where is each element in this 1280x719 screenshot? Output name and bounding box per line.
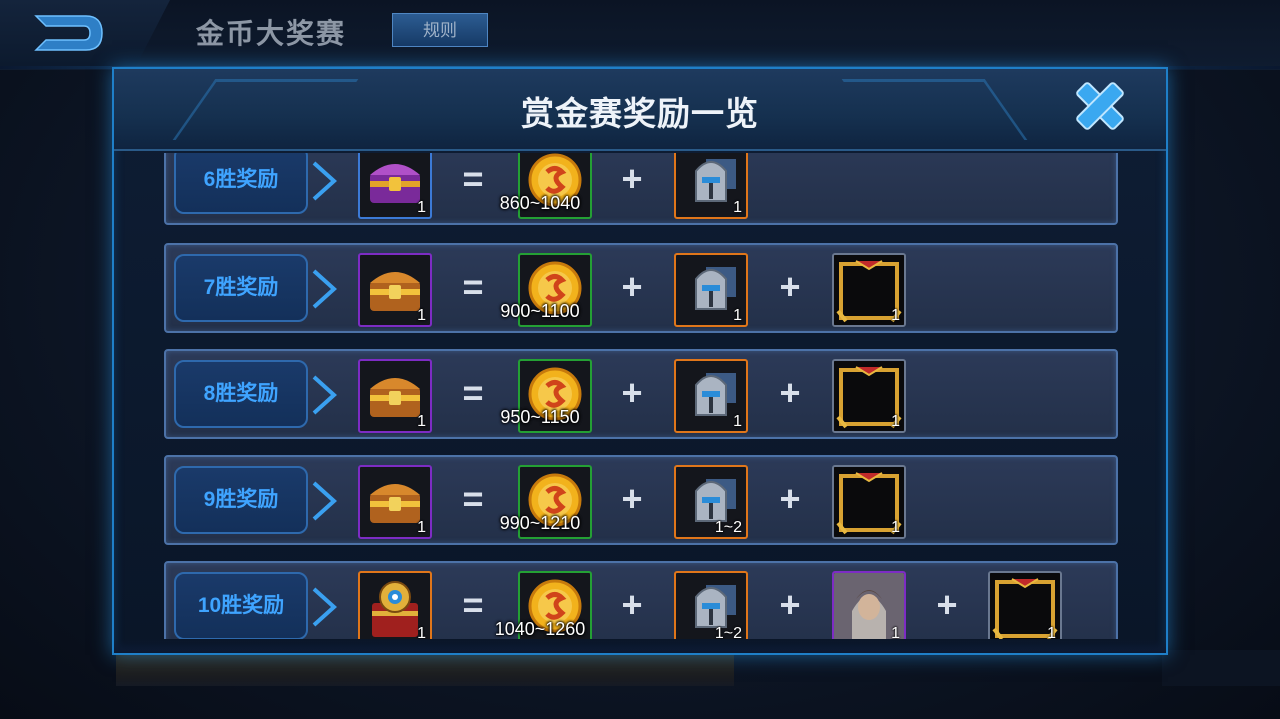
row-label: 10胜奖励 xyxy=(174,572,308,639)
treasure-chest-item[interactable]: 1 xyxy=(358,253,432,327)
top-bar: 金币大奖赛 规则 xyxy=(0,0,1280,70)
close-icon xyxy=(1076,82,1124,130)
item-quantity: 1 xyxy=(417,199,426,216)
item-quantity: 1 xyxy=(891,519,900,536)
avatar-frame-item[interactable]: 1 xyxy=(832,253,906,327)
plus-sign: + xyxy=(621,266,643,307)
plus-sign: + xyxy=(621,478,643,519)
treasure-chest-item[interactable]: 1 xyxy=(358,153,432,219)
back-button[interactable] xyxy=(30,12,108,54)
plus-sign: + xyxy=(779,372,801,413)
close-button[interactable] xyxy=(1070,77,1130,135)
item-quantity: 1 xyxy=(417,519,426,536)
avatar-frame-item[interactable]: 1 xyxy=(832,465,906,539)
reward-list[interactable]: 6胜奖励 1 = 860~1040 + 1 7胜奖励 1 = 900~1100 … xyxy=(164,153,1118,639)
helmet-fragment-item[interactable]: 1~2 xyxy=(674,571,748,639)
chevron-right-icon xyxy=(312,269,337,309)
item-quantity: 1 xyxy=(733,413,742,430)
item-quantity: 1 xyxy=(733,199,742,216)
plus-sign: + xyxy=(621,372,643,413)
plus-sign: + xyxy=(779,478,801,519)
background-panel-right xyxy=(1162,650,1280,686)
helmet-fragment-item[interactable]: 1~2 xyxy=(674,465,748,539)
coin-amount: 900~1100 xyxy=(500,301,580,321)
chevron-right-icon xyxy=(312,481,337,521)
item-quantity: 1~2 xyxy=(714,519,742,536)
item-quantity: 1 xyxy=(733,307,742,324)
coin-amount: 1040~1260 xyxy=(494,619,586,639)
row-label: 7胜奖励 xyxy=(174,254,308,322)
treasure-chest-item[interactable]: 1 xyxy=(358,359,432,433)
item-quantity: 1 xyxy=(891,413,900,430)
rules-button[interactable]: 规则 xyxy=(392,13,488,47)
reward-row-6-wins: 6胜奖励 1 = 860~1040 + 1 xyxy=(164,153,1118,225)
item-quantity: 1~2 xyxy=(714,625,742,639)
item-quantity: 1 xyxy=(417,413,426,430)
avatar-frame-item[interactable]: 1 xyxy=(988,571,1062,639)
reward-row-10-wins: 10胜奖励 1 = 1040~1260 + 1~2 + 1 + 1 xyxy=(164,561,1118,639)
coin-amount: 860~1040 xyxy=(499,193,581,213)
equals-sign: = xyxy=(462,158,484,199)
row-label: 6胜奖励 xyxy=(174,153,308,214)
helmet-fragment-item[interactable]: 1 xyxy=(674,253,748,327)
plus-sign: + xyxy=(779,266,801,307)
avatar-frame-item[interactable]: 1 xyxy=(832,359,906,433)
row-label: 9胜奖励 xyxy=(174,466,308,534)
treasure-chest-item[interactable]: 1 xyxy=(358,465,432,539)
chevron-right-icon xyxy=(312,375,337,415)
coin-amount: 990~1210 xyxy=(499,513,581,533)
dialog-header: 赏金赛奖励一览 xyxy=(114,69,1166,151)
coin-amount: 950~1150 xyxy=(500,407,580,427)
dialog-title: 赏金赛奖励一览 xyxy=(521,95,759,132)
dialog-bottom-edge xyxy=(114,639,1166,653)
reward-row-9-wins: 9胜奖励 1 = 990~1210 + 1~2 + 1 xyxy=(164,455,1118,545)
helmet-fragment-item[interactable]: 1 xyxy=(674,359,748,433)
background-panel-edge xyxy=(116,652,734,686)
item-quantity: 1 xyxy=(891,307,900,324)
page-title: 金币大奖赛 xyxy=(196,18,347,49)
item-quantity: 1 xyxy=(417,307,426,324)
back-arrow-icon xyxy=(34,15,103,51)
chevron-right-icon xyxy=(312,587,337,627)
plus-sign: + xyxy=(779,584,801,625)
reward-row-7-wins: 7胜奖励 1 = 900~1100 + 1 + 1 xyxy=(164,243,1118,333)
plus-sign: + xyxy=(936,584,958,625)
row-label: 8胜奖励 xyxy=(174,360,308,428)
item-quantity: 1 xyxy=(1047,625,1056,639)
reward-overview-dialog: 赏金赛奖励一览 6胜奖励 1 = 860~1040 + 1 7胜奖励 1 = 9… xyxy=(112,67,1168,655)
equals-sign: = xyxy=(462,478,484,519)
equals-sign: = xyxy=(462,266,484,307)
item-quantity: 1 xyxy=(417,625,426,639)
helmet-fragment-item[interactable]: 1 xyxy=(674,153,748,219)
plus-sign: + xyxy=(621,584,643,625)
equals-sign: = xyxy=(462,584,484,625)
plus-sign: + xyxy=(621,158,643,199)
treasure-chest-item[interactable]: 1 xyxy=(358,571,432,639)
chevron-right-icon xyxy=(312,161,337,201)
item-quantity: 1 xyxy=(891,625,900,639)
reward-row-8-wins: 8胜奖励 1 = 950~1150 + 1 + 1 xyxy=(164,349,1118,439)
equals-sign: = xyxy=(462,372,484,413)
hero-skin-item[interactable]: 1 xyxy=(832,571,906,639)
